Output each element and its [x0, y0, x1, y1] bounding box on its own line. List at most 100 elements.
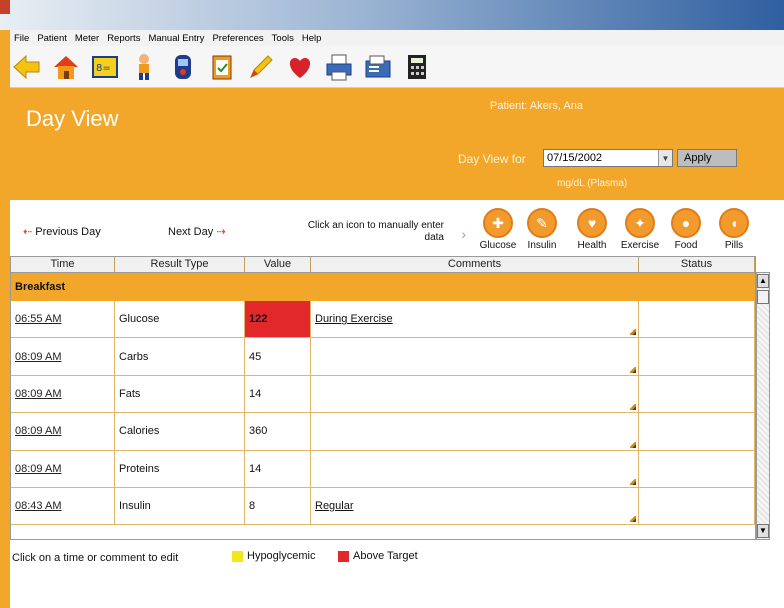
chevron-right-icon: ›: [461, 226, 466, 242]
column-header-status[interactable]: Status: [639, 257, 755, 272]
group-label: Breakfast: [11, 273, 755, 301]
scroll-down-arrow-icon[interactable]: ▼: [757, 524, 769, 538]
clipboard-icon[interactable]: [207, 52, 237, 82]
apply-button[interactable]: Apply: [677, 149, 737, 167]
hypoglycemic-swatch: [232, 550, 243, 562]
insulin-entry-button[interactable]: ✎ Insulin: [516, 208, 568, 251]
date-select[interactable]: 07/15/2002 ▼: [543, 149, 673, 167]
pencil-icon[interactable]: [246, 52, 276, 82]
day-view-header: Day View Patient: Akers, Ana Day View fo…: [10, 88, 784, 200]
insulin-icon[interactable]: ✎: [527, 208, 557, 238]
table-header: Time Result Type Value Comments Status: [11, 257, 755, 273]
person-icon[interactable]: [129, 52, 159, 82]
insulin-label: Insulin: [527, 240, 557, 251]
comment-cell[interactable]: [311, 338, 639, 375]
time-cell[interactable]: 08:09 AM: [11, 375, 115, 413]
toolbar: 8=: [10, 46, 784, 88]
right-arrow-icon: ⇢: [216, 226, 226, 238]
pills-entry-button[interactable]: ◖ Pills: [708, 208, 760, 251]
edit-pencil-icon[interactable]: [630, 441, 636, 448]
menu-file[interactable]: File: [10, 33, 33, 44]
fax-icon[interactable]: [363, 52, 393, 82]
result-type-cell: Carbs: [115, 338, 245, 375]
value-cell: 360: [245, 413, 311, 450]
scroll-up-arrow-icon[interactable]: ▲: [757, 274, 769, 288]
health-label: Health: [577, 240, 607, 251]
edit-pencil-icon[interactable]: [630, 366, 636, 373]
edit-pencil-icon[interactable]: [630, 516, 636, 523]
table-row: 08:09 AM Carbs 45: [11, 338, 755, 376]
heart-icon[interactable]: [285, 52, 315, 82]
status-cell: [639, 375, 755, 413]
time-cell[interactable]: 08:43 AM: [11, 487, 115, 525]
meter-icon[interactable]: [168, 52, 198, 82]
scroll-thumb[interactable]: [757, 290, 769, 304]
comment-cell[interactable]: [311, 413, 639, 450]
title-bar: [0, 0, 784, 30]
legend-hypoglycemic: Hypoglycemic: [232, 550, 315, 562]
date-value[interactable]: 07/15/2002: [544, 152, 658, 164]
status-cell: [639, 413, 755, 450]
comment-cell[interactable]: [311, 450, 639, 487]
manual-entry-instruction: Click an icon to manually enter data ›: [294, 220, 466, 244]
column-header-time[interactable]: Time: [11, 257, 115, 272]
pills-icon[interactable]: ◖: [719, 208, 749, 238]
edit-pencil-icon[interactable]: [630, 329, 636, 336]
value-cell: 122: [245, 301, 311, 338]
list-card-icon[interactable]: 8=: [90, 52, 120, 82]
next-day-link[interactable]: Next Day ⇢: [168, 225, 226, 238]
status-cell: [639, 301, 755, 338]
menu-tools[interactable]: Tools: [268, 33, 298, 44]
food-entry-button[interactable]: ● Food: [660, 208, 712, 251]
comment-cell[interactable]: Regular: [311, 487, 639, 525]
result-type-cell: Glucose: [115, 301, 245, 338]
instruction-text: Click an icon to manually enter data: [307, 220, 444, 243]
calculator-icon[interactable]: [402, 52, 432, 82]
column-header-value[interactable]: Value: [245, 257, 311, 272]
comment-cell[interactable]: [311, 375, 639, 413]
column-header-comments[interactable]: Comments: [311, 257, 639, 272]
app-icon: [0, 0, 10, 14]
exercise-icon[interactable]: ✦: [625, 208, 655, 238]
food-label: Food: [674, 240, 698, 251]
time-cell[interactable]: 06:55 AM: [11, 301, 115, 338]
health-entry-button[interactable]: ♥ Health: [566, 208, 618, 251]
time-cell[interactable]: 08:09 AM: [11, 413, 115, 450]
left-arrow-icon: ⇠: [23, 226, 33, 238]
table-row: 08:09 AM Calories 360: [11, 413, 755, 451]
time-cell[interactable]: 08:09 AM: [11, 338, 115, 375]
exercise-entry-button[interactable]: ✦ Exercise: [614, 208, 666, 251]
next-day-label[interactable]: Next Day: [168, 226, 213, 238]
time-cell[interactable]: 08:09 AM: [11, 450, 115, 487]
printer-icon[interactable]: [324, 52, 354, 82]
health-icon[interactable]: ♥: [577, 208, 607, 238]
vertical-scrollbar[interactable]: ▲ ▼: [756, 272, 770, 540]
food-icon[interactable]: ●: [671, 208, 701, 238]
menu-preferences[interactable]: Preferences: [208, 33, 267, 44]
units-label: mg/dL (Plasma): [557, 178, 628, 189]
value-cell: 14: [245, 375, 311, 413]
edit-pencil-icon[interactable]: [630, 404, 636, 411]
comment-text[interactable]: Regular: [315, 500, 354, 512]
above-target-swatch: [338, 550, 349, 562]
previous-day-link[interactable]: ⇠ Previous Day: [23, 225, 101, 238]
menu-manual-entry[interactable]: Manual Entry: [144, 33, 208, 44]
table-row: 08:09 AM Proteins 14: [11, 450, 755, 488]
comment-cell[interactable]: During Exercise: [311, 301, 639, 338]
menu-bar: File Patient Meter Reports Manual Entry …: [10, 30, 784, 46]
table-row: 08:43 AM Insulin 8 Regular: [11, 487, 755, 526]
back-arrow-icon[interactable]: [12, 52, 42, 82]
menu-help[interactable]: Help: [298, 33, 326, 44]
home-icon[interactable]: [51, 52, 81, 82]
glucose-icon[interactable]: ✚: [483, 208, 513, 238]
day-view-table: Time Result Type Value Comments Status B…: [10, 256, 756, 540]
menu-reports[interactable]: Reports: [103, 33, 144, 44]
menu-patient[interactable]: Patient: [33, 33, 71, 44]
comment-text[interactable]: During Exercise: [315, 313, 393, 325]
previous-day-label[interactable]: Previous Day: [35, 226, 100, 238]
edit-pencil-icon[interactable]: [630, 478, 636, 485]
pills-label: Pills: [724, 240, 744, 251]
chevron-down-icon[interactable]: ▼: [658, 150, 672, 166]
column-header-result-type[interactable]: Result Type: [115, 257, 245, 272]
menu-meter[interactable]: Meter: [71, 33, 103, 44]
